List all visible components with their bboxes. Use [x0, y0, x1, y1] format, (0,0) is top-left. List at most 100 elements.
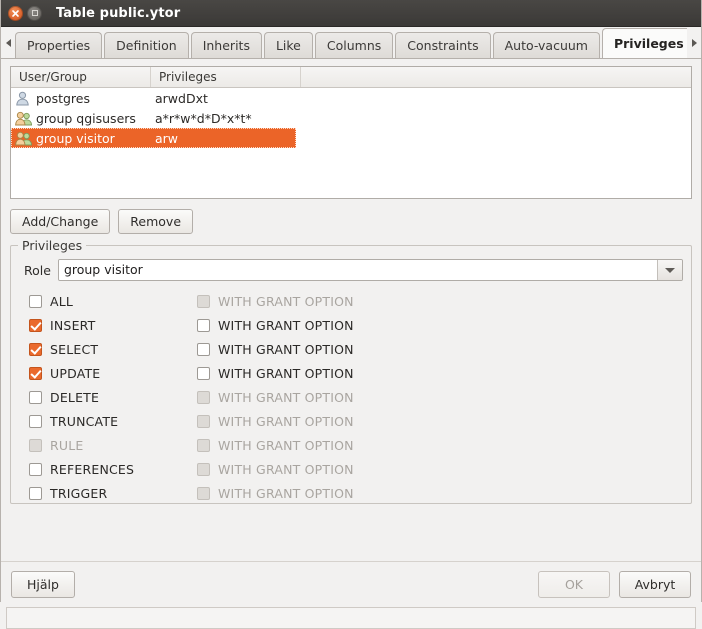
close-icon[interactable]	[8, 5, 23, 21]
privilege-label: DELETE	[50, 389, 100, 405]
privilege-row-trigger: TRIGGER WITH GRANT OPTION	[19, 481, 683, 505]
table-row[interactable]: group visitor arw	[11, 128, 296, 148]
privileges-groupbox: Privileges Role group visitor ALL WITH G…	[10, 238, 692, 505]
tab-definition[interactable]: Definition	[104, 32, 189, 58]
chevron-left-icon[interactable]	[1, 27, 15, 58]
privilege-label: REFERENCES	[50, 461, 135, 477]
tab-constraints[interactable]: Constraints	[395, 32, 491, 58]
acl-user-cell: group qgisusers	[15, 111, 151, 126]
privilege-checkbox-truncate[interactable]: TRUNCATE	[19, 414, 194, 429]
acl-user-cell: group visitor	[15, 131, 151, 146]
checkbox-select[interactable]	[29, 342, 42, 356]
acl-table[interactable]: User/Group Privileges postgres arwdDxt g…	[10, 66, 692, 199]
table-properties-dialog: Table public.ytor Properties Definition …	[0, 0, 702, 629]
cancel-button[interactable]: Avbryt	[619, 571, 691, 598]
tab-properties[interactable]: Properties	[15, 32, 103, 58]
privilege-checkbox-insert[interactable]: INSERT	[19, 318, 194, 333]
remove-button[interactable]: Remove	[118, 209, 194, 234]
add-change-button[interactable]: Add/Change	[10, 209, 111, 234]
checkbox-rule	[29, 438, 42, 452]
privilege-checkbox-update[interactable]: UPDATE	[19, 366, 194, 381]
checkbox-all[interactable]	[29, 294, 42, 308]
checkbox-delete[interactable]	[29, 390, 42, 404]
checkbox-grant-update[interactable]	[197, 366, 210, 380]
grant-option-label: WITH GRANT OPTION	[218, 389, 354, 405]
privileges-panel: User/Group Privileges postgres arwdDxt g…	[1, 66, 701, 561]
column-header-privileges[interactable]: Privileges	[151, 67, 301, 87]
grant-option-rule: WITH GRANT OPTION	[194, 438, 354, 453]
tab-columns[interactable]: Columns	[314, 32, 394, 58]
maximize-icon[interactable]	[27, 5, 42, 21]
dialog-footer: Hjälp OK Avbryt	[1, 561, 701, 607]
grant-option-label: WITH GRANT OPTION	[218, 485, 354, 501]
privilege-label: TRIGGER	[50, 485, 108, 501]
acl-user-cell: postgres	[15, 91, 151, 106]
privilege-checkbox-all[interactable]: ALL	[19, 294, 194, 309]
tab-label: Inherits	[202, 38, 250, 53]
tab-label: Definition	[116, 38, 177, 53]
acl-user-name: postgres	[36, 90, 90, 106]
chevron-left-glyph	[5, 38, 11, 47]
user-icon	[16, 91, 29, 105]
tab-bar: Properties Definition Inherits Like Colu…	[1, 27, 701, 59]
role-label: Role	[24, 262, 51, 278]
privilege-checkbox-trigger[interactable]: TRIGGER	[19, 486, 194, 501]
table-row[interactable]: postgres arwdDxt	[11, 88, 691, 108]
group-icon	[15, 131, 32, 145]
grant-option-label: WITH GRANT OPTION	[218, 413, 354, 429]
checkbox-grant-select[interactable]	[197, 342, 210, 356]
checkbox-update[interactable]	[29, 366, 42, 380]
grant-option-truncate: WITH GRANT OPTION	[194, 414, 354, 429]
privilege-row-references: REFERENCES WITH GRANT OPTION	[19, 457, 683, 481]
role-select[interactable]: group visitor	[57, 259, 683, 281]
privilege-label: RULE	[50, 437, 84, 453]
privilege-row-all: ALL WITH GRANT OPTION	[19, 289, 683, 313]
grant-option-select[interactable]: WITH GRANT OPTION	[194, 342, 354, 357]
title-bar: Table public.ytor	[1, 0, 701, 27]
privilege-checkbox-list: ALL WITH GRANT OPTION INSERT WITH GRANT	[19, 289, 683, 505]
privilege-checkbox-delete[interactable]: DELETE	[19, 390, 194, 405]
acl-action-buttons: Add/Change Remove	[10, 209, 692, 234]
chevron-down-glyph	[665, 267, 675, 273]
table-row[interactable]: group qgisusers a*r*w*d*D*x*t*	[11, 108, 691, 128]
privilege-row-select: SELECT WITH GRANT OPTION	[19, 337, 683, 361]
checkbox-grant-insert[interactable]	[197, 318, 210, 332]
help-button[interactable]: Hjälp	[11, 571, 75, 598]
chevron-down-icon[interactable]	[657, 260, 682, 280]
grant-option-update[interactable]: WITH GRANT OPTION	[194, 366, 354, 381]
tab-label: Properties	[27, 38, 91, 53]
privileges-groupbox-legend: Privileges	[18, 238, 87, 253]
tab-label: Constraints	[407, 38, 479, 53]
chevron-right-icon[interactable]	[687, 27, 701, 58]
column-header-empty[interactable]	[301, 67, 691, 87]
acl-table-header: User/Group Privileges	[11, 67, 691, 88]
tab-label: Privileges	[613, 36, 684, 51]
tab-inherits[interactable]: Inherits	[190, 32, 262, 58]
tab-like[interactable]: Like	[263, 32, 313, 58]
checkbox-grant-truncate	[197, 414, 210, 428]
checkbox-trigger[interactable]	[29, 486, 42, 500]
privilege-checkbox-references[interactable]: REFERENCES	[19, 462, 194, 477]
ok-button: OK	[538, 571, 610, 598]
tab-privileges[interactable]: Privileges	[601, 28, 687, 58]
checkbox-grant-delete	[197, 390, 210, 404]
privilege-checkbox-select[interactable]: SELECT	[19, 342, 194, 357]
checkbox-references[interactable]	[29, 462, 42, 476]
column-header-user-group[interactable]: User/Group	[11, 67, 151, 87]
checkbox-truncate[interactable]	[29, 414, 42, 428]
status-bar	[6, 607, 696, 629]
tab-auto-vacuum[interactable]: Auto-vacuum	[492, 32, 600, 58]
checkbox-insert[interactable]	[29, 318, 42, 332]
privilege-row-delete: DELETE WITH GRANT OPTION	[19, 385, 683, 409]
grant-option-insert[interactable]: WITH GRANT OPTION	[194, 318, 354, 333]
privilege-label: SELECT	[50, 341, 99, 357]
checkbox-grant-all	[197, 294, 210, 308]
role-row: Role group visitor	[19, 259, 683, 281]
checkbox-grant-references	[197, 462, 210, 476]
grant-option-label: WITH GRANT OPTION	[218, 341, 354, 357]
acl-user-name: group qgisusers	[36, 110, 136, 126]
privilege-label: TRUNCATE	[50, 413, 119, 429]
privilege-label: ALL	[50, 293, 74, 309]
acl-user-name: group visitor	[36, 130, 115, 146]
grant-option-references: WITH GRANT OPTION	[194, 462, 354, 477]
